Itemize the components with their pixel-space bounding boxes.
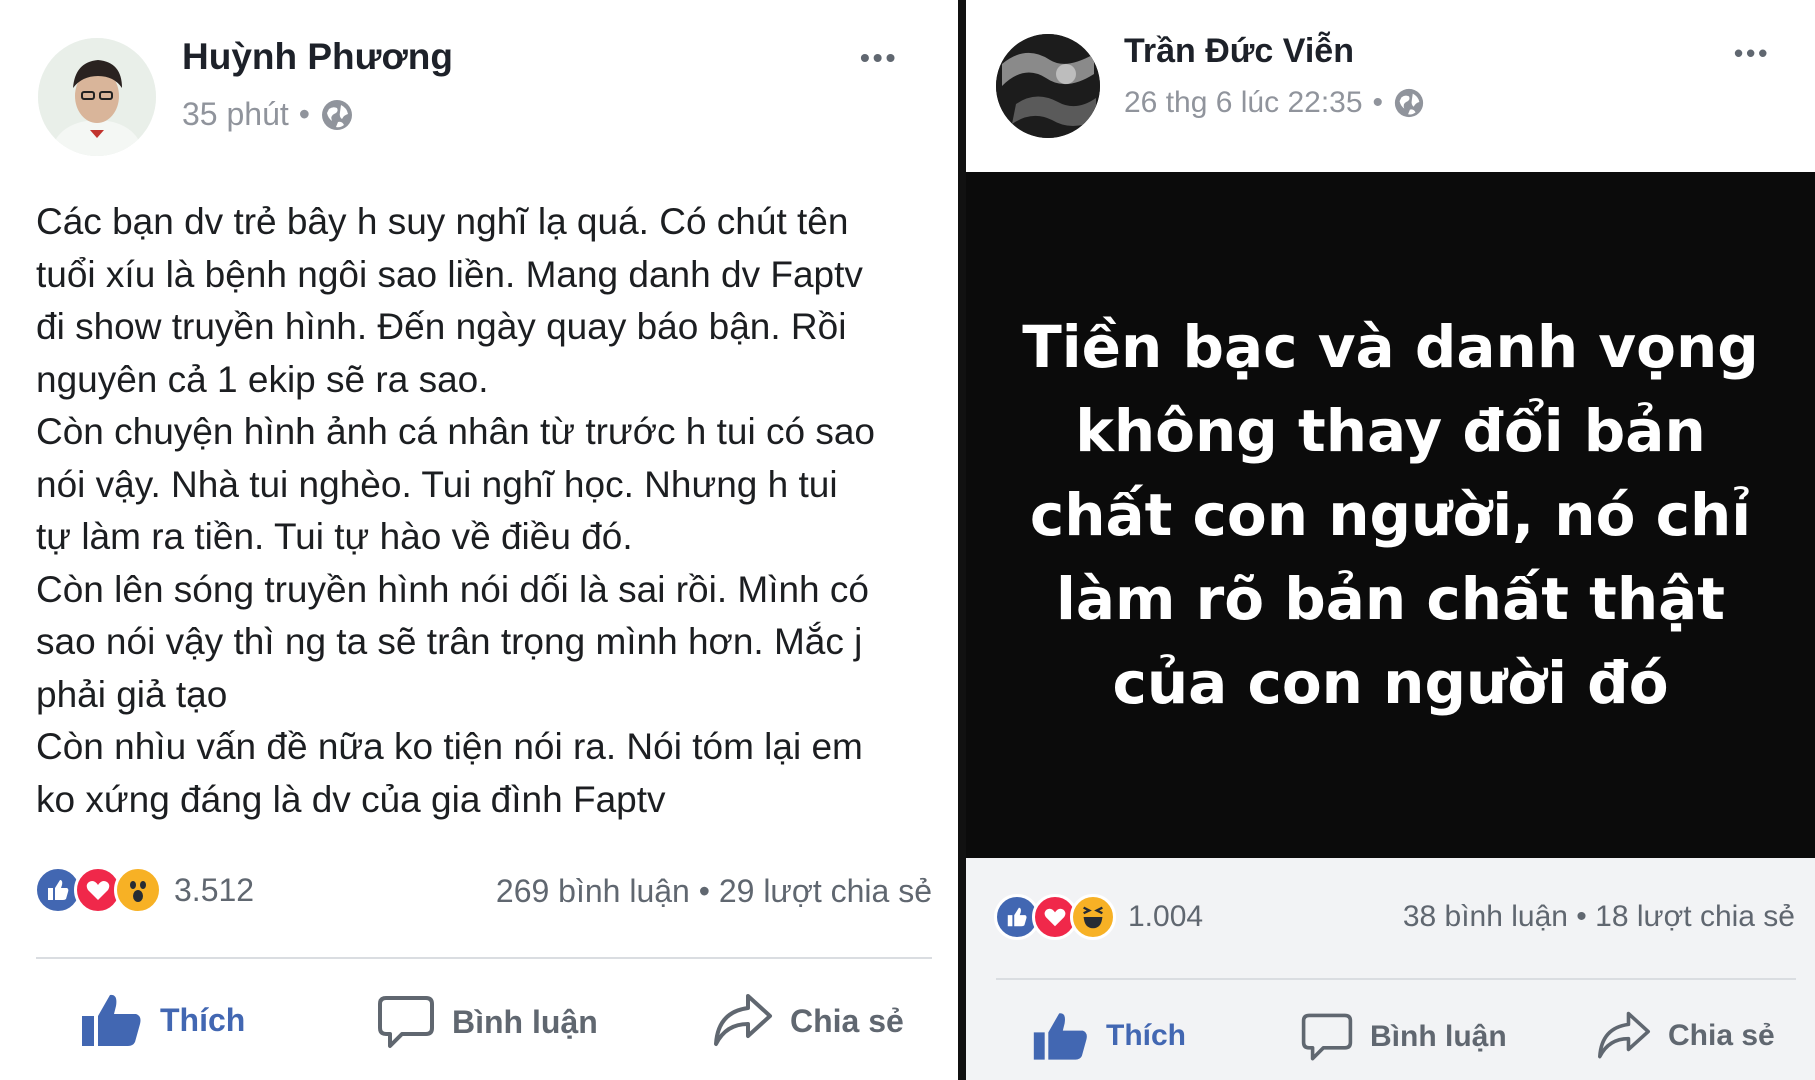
quote-background-post: Tiền bạc và danh vọng không thay đổi bản… [966,172,1815,858]
left-post-body: Các bạn dv trẻ bây h suy nghĩ lạ quá. Có… [36,201,875,820]
left-like-button[interactable]: Thích [80,992,245,1048]
left-post-stats[interactable]: 269 bình luận • 29 lượt chia sẻ [496,873,932,910]
avatar-photo [996,34,1100,138]
left-post-time[interactable]: 35 phút [182,96,289,133]
left-comment-label: Bình luận [452,1003,598,1040]
left-share-label: Chia sẻ [790,1002,904,1039]
thumbs-up-icon [1033,1013,1087,1060]
wow-icon [114,866,162,914]
share-icon [1598,1011,1650,1059]
panel-divider [958,0,966,1080]
comment-icon [1301,1013,1353,1061]
left-reaction-count: 3.512 [174,871,255,908]
right-like-button[interactable]: Thích [1032,1010,1186,1062]
meta-separator: • [1372,86,1384,119]
thumbs-up-icon [82,994,141,1046]
right-post-stats[interactable]: 38 bình luận • 18 lượt chia sẻ [1403,900,1795,934]
right-post-time[interactable]: 26 thg 6 lúc 22:35 [1124,86,1363,120]
avatar-photo [38,38,156,156]
right-share-button[interactable]: Chia sẻ [1596,1010,1775,1062]
right-like-label: Thích [1106,1019,1186,1052]
right-author-avatar[interactable] [996,34,1100,138]
meta-separator: • [298,96,310,132]
right-reaction-count: 1.004 [1128,900,1204,933]
more-options-icon[interactable]: ••• [1734,38,1770,69]
right-share-label: Chia sẻ [1668,1019,1775,1052]
right-reactions[interactable]: 1.004 [994,894,1203,940]
left-comment-button[interactable]: Bình luận [376,992,598,1052]
right-actions-divider [996,978,1796,980]
right-post-meta: 26 thg 6 lúc 22:35 • [1124,86,1425,120]
left-author-name[interactable]: Huỳnh Phương [182,36,453,78]
right-comment-button[interactable]: Bình luận [1300,1010,1507,1064]
left-like-label: Thích [160,1001,246,1038]
globe-icon [321,99,352,130]
globe-icon [1394,88,1424,118]
left-post: Huỳnh Phương 35 phút • ••• Các bạn dv tr… [0,0,958,1080]
right-comment-label: Bình luận [1370,1020,1507,1053]
left-author-avatar[interactable] [38,38,156,156]
left-share-button[interactable]: Chia sẻ [712,992,904,1050]
right-post: Trần Đức Viễn 26 thg 6 lúc 22:35 • ••• T… [966,0,1815,1080]
haha-icon [1070,894,1116,940]
left-post-meta: 35 phút • [182,96,354,133]
share-icon [714,994,772,1046]
right-author-name[interactable]: Trần Đức Viễn [1124,32,1354,71]
left-reactions[interactable]: 3.512 [34,866,254,914]
left-actions-divider [36,957,932,959]
quote-text: Tiền bạc và danh vọng không thay đổi bản… [1022,313,1759,717]
comment-icon [378,996,434,1048]
more-options-icon[interactable]: ••• [860,42,898,74]
